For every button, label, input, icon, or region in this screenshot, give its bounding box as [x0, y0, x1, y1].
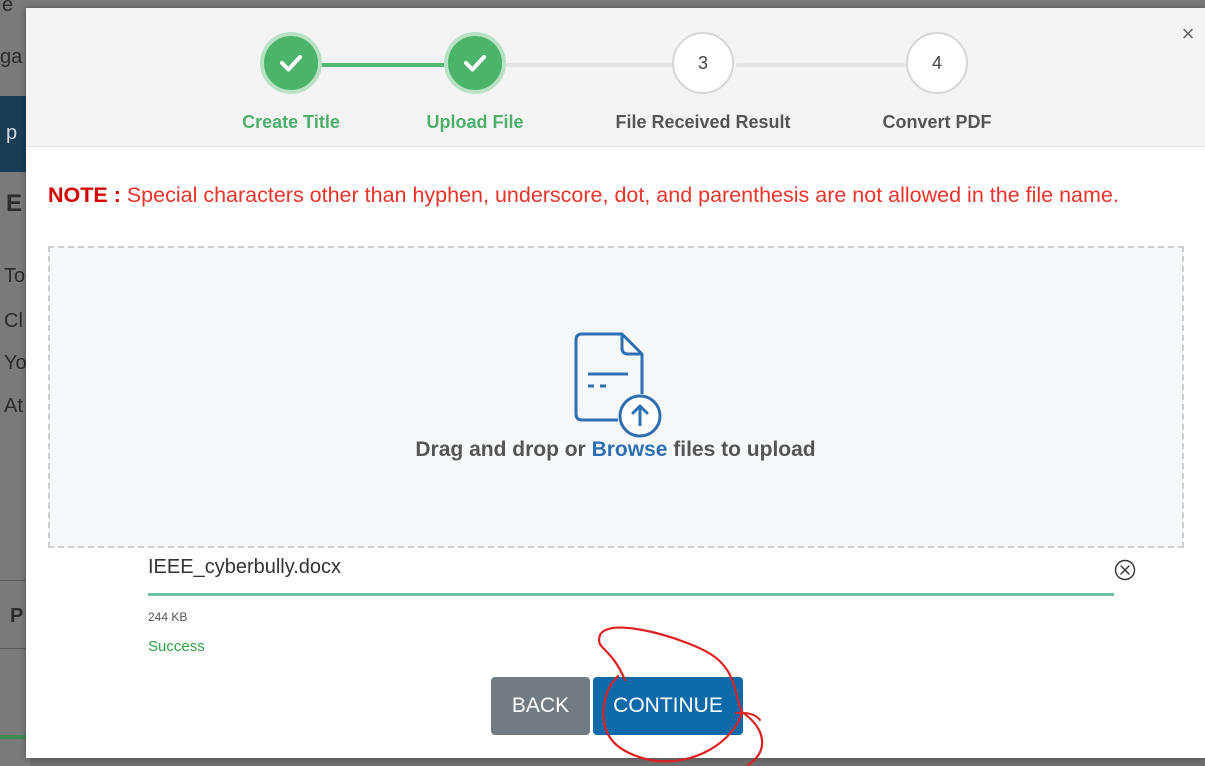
filename-note: NOTE : Special characters other than hyp… [48, 178, 1188, 212]
uploaded-file-name: IEEE_cyberbully.docx [148, 556, 342, 578]
file-dropzone[interactable] [48, 246, 1184, 548]
step-3-label: File Received Result [615, 112, 791, 132]
stepper-header: 3 4 Create Title Upload File File Receiv… [26, 8, 1205, 147]
background-text: P [10, 605, 24, 627]
step-connector [736, 63, 906, 67]
check-icon [280, 55, 302, 72]
upload-modal: 3 4 Create Title Upload File File Receiv… [26, 8, 1205, 758]
upload-status: Success [148, 638, 205, 655]
remove-file-icon[interactable] [1114, 559, 1136, 581]
close-icon[interactable]: × [1176, 22, 1200, 46]
step-1-label: Create Title [242, 112, 340, 132]
step-4-label: Convert PDF [882, 112, 992, 132]
note-text: Special characters other than hyphen, un… [120, 183, 1119, 207]
background-text: p [6, 122, 18, 144]
dropzone-text-after: files to upload [667, 438, 816, 461]
background-text: e [2, 0, 14, 16]
dropzone-instructions: Drag and drop or Browse files to upload [26, 438, 1205, 462]
note-prefix: NOTE : [48, 183, 121, 207]
step-1-complete [260, 32, 322, 94]
step-3-number: 3 [672, 32, 734, 94]
background-text: To [4, 265, 26, 287]
check-icon [464, 55, 486, 72]
step-2-label: Upload File [426, 112, 524, 132]
background-text: At [4, 395, 23, 417]
dropzone-text-before: Drag and drop or [415, 438, 592, 461]
background-text: E [6, 190, 23, 217]
back-button[interactable]: BACK [491, 677, 590, 735]
step-4-number: 4 [906, 32, 968, 94]
step-connector [506, 63, 676, 67]
background-text: ga [0, 46, 23, 68]
background-text: Cl [4, 310, 23, 332]
background-text: Yo [4, 352, 27, 374]
step-2-complete [444, 32, 506, 94]
browse-link[interactable]: Browse [592, 438, 668, 461]
upload-progress-bar [148, 593, 1114, 596]
file-size: 244 KB [148, 610, 188, 624]
continue-button[interactable]: CONTINUE [593, 677, 743, 735]
file-upload-icon [574, 332, 662, 438]
background-top-strip [0, 0, 1205, 8]
